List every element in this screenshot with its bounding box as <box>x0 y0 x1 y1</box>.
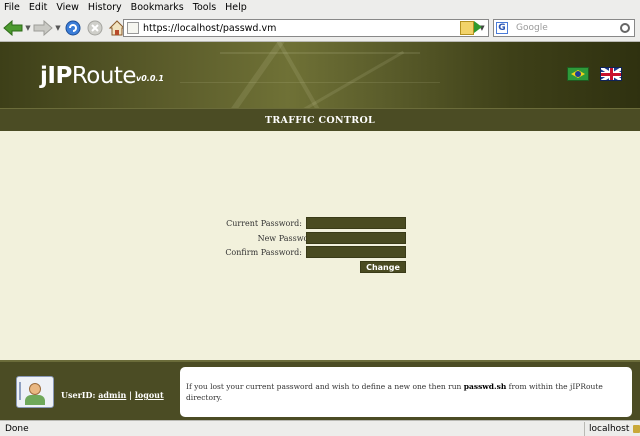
confirm-password-label: Confirm Password: <box>225 248 302 257</box>
section-title-bar: TRAFFIC CONTROL <box>0 108 640 131</box>
current-password-label: Current Password: <box>226 219 302 228</box>
reload-icon[interactable] <box>62 17 84 39</box>
ssl-lock-icon[interactable] <box>460 21 474 35</box>
logout-link[interactable]: logout <box>135 390 164 400</box>
back-history-dropdown[interactable]: ▼ <box>24 24 32 32</box>
web-page: jIPRoute v0.0.1 TRAFFIC CONTROL Current … <box>0 42 640 420</box>
search-icon[interactable] <box>620 23 630 33</box>
nav-toolbar: ▼ ▼ https://localhost/passwd.vm ▼ G Goog… <box>0 15 640 42</box>
stop-icon[interactable] <box>84 17 106 39</box>
user-separator: | <box>129 390 133 400</box>
header-banner: jIPRoute v0.0.1 <box>0 42 640 108</box>
menu-file[interactable]: File <box>4 2 20 13</box>
secure-lock-icon[interactable] <box>633 424 640 433</box>
current-password-field[interactable] <box>306 217 406 229</box>
forward-history-dropdown[interactable]: ▼ <box>54 24 62 32</box>
go-arrow-icon[interactable] <box>474 21 482 33</box>
address-bar[interactable]: https://localhost/passwd.vm ▼ <box>123 19 489 37</box>
username-link[interactable]: admin <box>98 390 126 400</box>
status-host: localhost <box>584 421 640 436</box>
url-text[interactable]: https://localhost/passwd.vm <box>143 23 460 34</box>
user-avatar-icon <box>16 376 54 408</box>
page-footer: UserID: admin | logout If you lost your … <box>0 360 640 420</box>
change-button[interactable]: Change <box>360 261 406 273</box>
userid-label: UserID: <box>61 390 96 400</box>
menu-bookmarks[interactable]: Bookmarks <box>131 2 184 13</box>
menu-view[interactable]: View <box>56 2 79 13</box>
search-input[interactable]: Google <box>516 23 620 33</box>
brazil-flag-icon[interactable] <box>567 67 589 81</box>
uk-flag-icon[interactable] <box>600 67 622 81</box>
menu-help[interactable]: Help <box>225 2 247 13</box>
new-password-field[interactable] <box>306 232 406 244</box>
app-logo[interactable]: jIPRoute <box>40 63 137 89</box>
menu-bar: File Edit View History Bookmarks Tools H… <box>0 0 640 15</box>
app-version: v0.0.1 <box>136 74 164 83</box>
confirm-password-row: Confirm Password: <box>0 246 302 259</box>
info-text-pre: If you lost your current password and wi… <box>186 382 464 391</box>
menu-history[interactable]: History <box>88 2 122 13</box>
forward-arrow-icon[interactable] <box>32 17 54 39</box>
search-box[interactable]: G Google <box>493 19 635 37</box>
status-bar: Done localhost <box>0 420 640 436</box>
page-favicon <box>127 22 139 34</box>
menu-tools[interactable]: Tools <box>193 2 216 13</box>
status-text: Done <box>5 423 29 434</box>
new-password-row: New Password: <box>0 232 320 245</box>
section-title: TRAFFIC CONTROL <box>264 114 376 126</box>
info-command: passwd.sh <box>463 382 507 391</box>
info-message-box: If you lost your current password and wi… <box>180 367 632 417</box>
menu-edit[interactable]: Edit <box>29 2 47 13</box>
back-arrow-icon[interactable] <box>2 17 24 39</box>
confirm-password-field[interactable] <box>306 246 406 258</box>
user-info: UserID: admin | logout <box>61 390 164 400</box>
search-engine-icon[interactable]: G <box>496 22 508 34</box>
current-password-row: Current Password: <box>0 217 302 230</box>
